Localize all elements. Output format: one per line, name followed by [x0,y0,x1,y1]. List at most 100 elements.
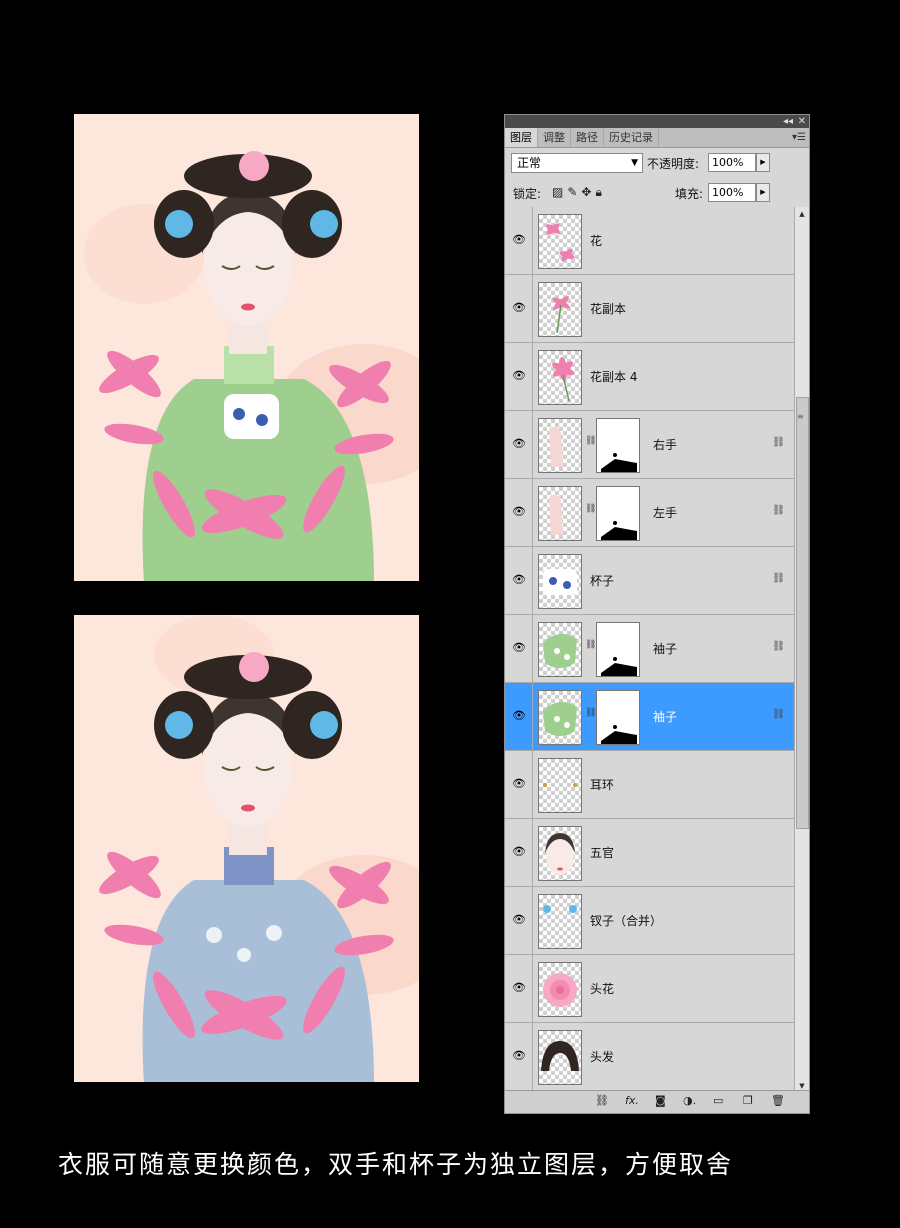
artwork-preview-green [74,114,419,581]
layer-name[interactable]: 头花 [590,955,614,1023]
layer-name[interactable]: 钗子（合并） [590,887,662,955]
layer-thumbnail[interactable] [538,486,582,541]
layer-row[interactable]: 👁︎ 花 [505,207,795,275]
layer-name[interactable]: 五官 [590,819,614,887]
layer-row[interactable]: 👁︎ ⛓ 左手 ⛓ [505,479,795,547]
collapse-icon[interactable]: ◂◂ [783,115,793,128]
layer-name[interactable]: 袖子 [653,615,677,683]
layer-row[interactable]: 👁︎ 花副本 4 [505,343,795,411]
visibility-eye-icon[interactable]: 👁︎ [509,298,529,318]
layer-thumbnail[interactable] [538,826,582,881]
tab-adjustments[interactable]: 调整 [538,128,571,147]
opacity-stepper[interactable]: ▶ [756,153,770,172]
layer-row[interactable]: 👁︎ 钗子（合并） [505,887,795,955]
new-layer-icon[interactable]: ❐ [743,1094,753,1107]
visibility-eye-icon[interactable]: 👁︎ [509,502,529,522]
layer-mask-thumbnail[interactable] [596,418,640,473]
layer-link-icon: ⛓ [772,709,785,720]
fill-stepper[interactable]: ▶ [756,183,770,202]
layer-thumbnail[interactable] [538,690,582,745]
layer-thumbnail[interactable] [538,622,582,677]
layer-thumbnail[interactable] [538,554,582,609]
mask-link-icon[interactable]: ⛓ [585,708,596,722]
mask-link-icon[interactable]: ⛓ [585,436,596,450]
layer-row[interactable]: 👁︎ 头发 [505,1023,795,1091]
visibility-eye-icon[interactable]: 👁︎ [509,570,529,590]
layer-name[interactable]: 杯子 [590,547,614,615]
lock-transparency-icon[interactable]: ▨ [552,185,567,199]
layer-name[interactable]: 花副本 [590,275,626,343]
layer-thumbnail[interactable] [538,282,582,337]
lock-position-icon[interactable]: ✥ [581,185,595,199]
scroll-up-icon[interactable]: ▲ [795,207,809,221]
close-icon[interactable]: ✕ [798,115,806,128]
lock-all-icon[interactable]: 🔒︎ [595,185,605,199]
lock-icons[interactable]: ▨✎✥🔒︎ [552,185,606,200]
add-mask-icon[interactable]: ◙ [655,1094,666,1107]
tab-history[interactable]: 历史记录 [604,128,659,147]
chevron-down-icon: ▼ [631,158,638,168]
layer-thumbnail[interactable] [538,758,582,813]
blend-mode-value: 正常 [517,156,542,170]
visibility-eye-icon[interactable]: 👁︎ [509,434,529,454]
lock-label: 锁定: [513,187,542,201]
layer-thumbnail[interactable] [538,214,582,269]
new-group-icon[interactable]: ▭ [713,1094,723,1107]
visibility-eye-icon[interactable]: 👁︎ [509,706,529,726]
layer-name[interactable]: 袖子 [653,683,677,751]
visibility-eye-icon[interactable]: 👁︎ [509,842,529,862]
layer-row[interactable]: 👁︎ ⛓ 袖子 ⛓ [505,683,795,751]
visibility-eye-icon[interactable]: 👁︎ [509,978,529,998]
layer-name[interactable]: 耳环 [590,751,614,819]
layer-row[interactable]: 👁︎ 耳环 [505,751,795,819]
layer-row[interactable]: 👁︎ ⛓ 袖子 ⛓ [505,615,795,683]
layer-row[interactable]: 👁︎ 五官 [505,819,795,887]
visibility-eye-icon[interactable]: 👁︎ [509,774,529,794]
fx-icon[interactable]: fx. [625,1094,639,1107]
opacity-label: 不透明度: [647,157,700,171]
layer-row[interactable]: 👁︎ 花副本 [505,275,795,343]
divider [532,411,533,478]
layer-name[interactable]: 左手 [653,479,677,547]
visibility-eye-icon[interactable]: 👁︎ [509,910,529,930]
layers-list: 👁︎ 花 👁︎ 花副本 👁︎ 花副本 4 👁︎ ⛓ 右手 ⛓ 👁︎ ⛓ 左手 ⛓ 👁︎ 杯子 ⛓ 👁︎ ⛓ 袖子 ⛓ 👁︎… [505,207,795,1093]
layer-name[interactable]: 花副本 4 [590,343,637,411]
layer-thumbnail[interactable] [538,350,582,405]
layer-name[interactable]: 花 [590,207,602,275]
divider [532,275,533,342]
tab-layers[interactable]: 图层 [505,128,538,147]
link-layers-icon[interactable]: ⛓ [595,1094,609,1107]
layers-scrollbar[interactable]: ▲ ≡ ▼ [794,207,809,1093]
panel-menu-icon[interactable]: ▾☰ [792,128,806,147]
layer-mask-thumbnail[interactable] [596,486,640,541]
divider [532,955,533,1022]
visibility-eye-icon[interactable]: 👁︎ [509,1046,529,1066]
layer-row[interactable]: 👁︎ ⛓ 右手 ⛓ [505,411,795,479]
layer-thumbnail[interactable] [538,418,582,473]
layer-name[interactable]: 头发 [590,1023,614,1091]
visibility-eye-icon[interactable]: 👁︎ [509,638,529,658]
mask-link-icon[interactable]: ⛓ [585,504,596,518]
visibility-eye-icon[interactable]: 👁︎ [509,366,529,386]
blend-mode-select[interactable]: 正常 ▼ [511,153,643,173]
layer-thumbnail[interactable] [538,1030,582,1085]
adjustment-layer-icon[interactable]: ◑. [683,1094,696,1107]
visibility-eye-icon[interactable]: 👁︎ [509,230,529,250]
layer-row[interactable]: 👁︎ 头花 [505,955,795,1023]
layer-mask-thumbnail[interactable] [596,690,640,745]
opacity-input[interactable]: 100% [708,153,756,172]
layer-name[interactable]: 右手 [653,411,677,479]
mask-link-icon[interactable]: ⛓ [585,640,596,654]
scroll-thumb[interactable] [796,397,809,829]
layer-thumbnail[interactable] [538,962,582,1017]
layer-row[interactable]: 👁︎ 杯子 ⛓ [505,547,795,615]
illustration-green-robe [74,114,419,581]
illustration-blue-robe [74,615,419,1082]
layer-mask-thumbnail[interactable] [596,622,640,677]
lock-pixels-icon[interactable]: ✎ [567,185,581,199]
trash-icon[interactable]: 🗑︎ [771,1094,785,1107]
caption: 衣服可随意更换颜色，双手和杯子为独立图层，方便取舍 [58,1150,734,1179]
tab-paths[interactable]: 路径 [571,128,604,147]
fill-input[interactable]: 100% [708,183,756,202]
layer-thumbnail[interactable] [538,894,582,949]
